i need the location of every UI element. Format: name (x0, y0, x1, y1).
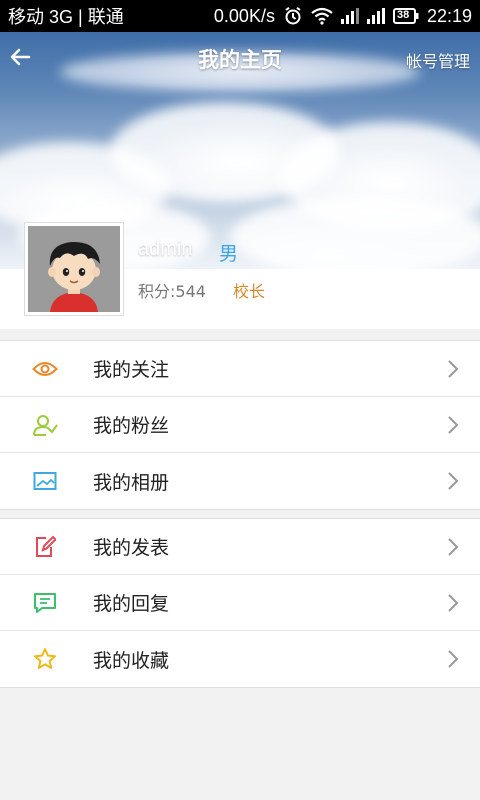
menu-label: 我的相册 (93, 471, 170, 494)
eye-icon (32, 356, 58, 382)
avatar-image (28, 226, 120, 312)
chevron-right-icon (446, 592, 460, 614)
image-icon (32, 468, 58, 494)
menu-item-album[interactable]: 我的相册 (0, 453, 480, 509)
avatar[interactable] (24, 222, 124, 316)
menu-item-favorites[interactable]: 我的收藏 (0, 631, 480, 687)
page-title: 我的主页 (198, 48, 282, 72)
points-label: 积分:544 (138, 282, 206, 301)
chevron-right-icon (446, 536, 460, 558)
menu-label: 我的粉丝 (93, 415, 170, 437)
carrier-text: 移动 3G | 联通 (8, 7, 124, 27)
chevron-right-icon (446, 648, 460, 670)
comment-icon (32, 590, 58, 616)
menu-group-2: 我的发表 我的回复 我的收藏 (0, 518, 480, 688)
edit-icon (32, 534, 58, 560)
battery-level: 38 (396, 9, 410, 21)
status-bar: 移动 3G | 联通 0.00K/s 38 22:19 (0, 0, 480, 32)
signal-icon-2 (366, 8, 385, 24)
back-button[interactable] (6, 42, 36, 72)
battery-icon: 38 (392, 8, 419, 24)
menu-label: 我的回复 (93, 593, 170, 615)
alarm-icon (283, 6, 303, 26)
arrow-left-icon (10, 48, 31, 66)
username: admin (138, 238, 193, 260)
menu-label: 我的收藏 (93, 649, 170, 672)
account-management-button[interactable]: 帐号管理 (406, 48, 470, 72)
gender-label: 男 (219, 243, 239, 265)
clock: 22:19 (426, 5, 472, 26)
wifi-icon (311, 7, 333, 25)
add-user-icon (32, 412, 58, 438)
signal-icon (340, 8, 359, 24)
menu-item-posts[interactable]: 我的发表 (0, 519, 480, 575)
menu-item-fans[interactable]: 我的粉丝 (0, 397, 480, 453)
chevron-right-icon (446, 358, 460, 380)
nav-bar: 我的主页 帐号管理 (0, 32, 480, 86)
menu-label: 我的关注 (93, 359, 170, 381)
menu-label: 我的发表 (93, 537, 170, 559)
network-speed: 0.00K/s (213, 5, 275, 26)
menu-group-1: 我的关注 我的粉丝 我的相册 (0, 340, 480, 510)
menu-item-following[interactable]: 我的关注 (0, 341, 480, 397)
star-icon (32, 646, 58, 672)
rank-label: 校长 (233, 282, 266, 301)
chevron-right-icon (446, 414, 460, 436)
chevron-right-icon (446, 470, 460, 492)
menu-item-replies[interactable]: 我的回复 (0, 575, 480, 631)
